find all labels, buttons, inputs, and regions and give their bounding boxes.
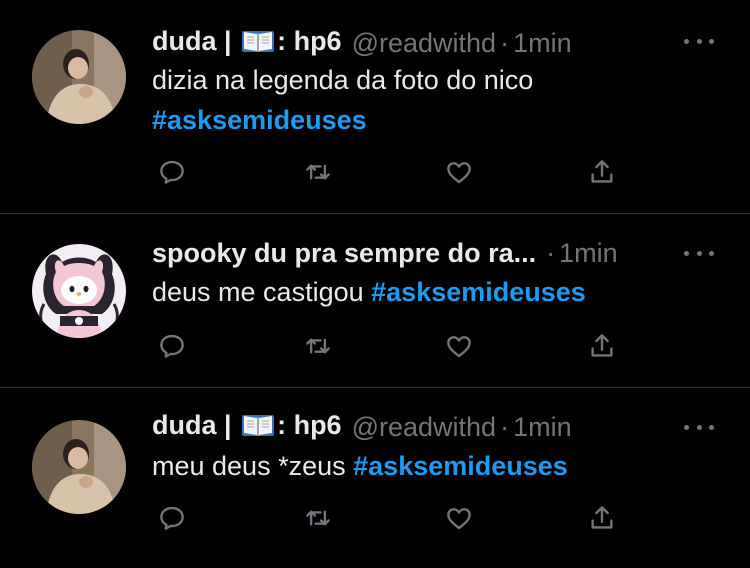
tweet-actions — [152, 326, 622, 366]
more-icon[interactable] — [684, 422, 714, 432]
hashtag-link[interactable]: #asksemideuses — [371, 277, 586, 307]
tweet-header: spooky du pra sempre do ra... · 1min — [152, 236, 618, 270]
share-button[interactable] — [582, 326, 622, 366]
retweet-icon — [306, 164, 330, 180]
tweet-text: meu deus *zeus #asksemideuses — [152, 446, 568, 486]
tweet-text: dizia na legenda da foto do nico #asksem… — [152, 60, 533, 140]
tweet-text-line: dizia na legenda da foto do nico — [152, 65, 534, 95]
heart-icon — [447, 508, 471, 530]
timestamp[interactable]: 1min — [559, 238, 618, 269]
share-icon — [591, 160, 613, 183]
book-emoji-icon — [241, 412, 275, 445]
reply-button[interactable] — [152, 326, 192, 366]
book-emoji-icon — [241, 28, 275, 61]
display-name[interactable]: duda | : hp6 — [152, 26, 342, 61]
separator: · — [500, 411, 510, 442]
timestamp[interactable]: 1min — [513, 28, 572, 59]
reply-button[interactable] — [152, 152, 192, 192]
heart-icon — [447, 162, 471, 184]
tweet-header: duda | : hp6 @readwithd · 1min — [152, 410, 572, 444]
like-button[interactable] — [439, 152, 479, 192]
tweet-text: deus me castigou #asksemideuses — [152, 272, 586, 312]
display-name[interactable]: duda | : hp6 — [152, 410, 342, 445]
hashtag-link[interactable]: #asksemideuses — [152, 105, 367, 135]
share-button[interactable] — [582, 152, 622, 192]
tweet[interactable]: spooky du pra sempre do ra... · 1min deu… — [0, 214, 750, 388]
person-photo-avatar — [32, 420, 126, 514]
tweet[interactable]: duda | : hp6 @readwithd · 1min dizia na … — [0, 0, 750, 214]
tweet-text-line: deus me castigou — [152, 277, 364, 307]
avatar[interactable] — [32, 420, 126, 514]
user-handle[interactable]: @readwithd — [352, 412, 496, 443]
my-melody-kuromi-avatar — [32, 244, 126, 338]
retweet-button[interactable] — [298, 498, 338, 538]
like-button[interactable] — [439, 498, 479, 538]
tweet[interactable]: duda | : hp6 @readwithd · 1min meu deus … — [0, 388, 750, 568]
share-icon — [591, 506, 613, 529]
reply-button[interactable] — [152, 498, 192, 538]
timestamp[interactable]: 1min — [513, 412, 572, 443]
heart-icon — [447, 336, 471, 358]
like-button[interactable] — [439, 326, 479, 366]
retweet-button[interactable] — [298, 152, 338, 192]
more-icon[interactable] — [684, 248, 714, 258]
tweet-actions — [152, 152, 622, 192]
hashtag-link[interactable]: #asksemideuses — [353, 451, 568, 481]
tweet-text-line: meu deus *zeus — [152, 451, 346, 481]
retweet-button[interactable] — [298, 326, 338, 366]
more-icon[interactable] — [684, 36, 714, 46]
reply-icon — [160, 334, 184, 358]
separator: · — [500, 27, 510, 58]
person-photo-avatar — [32, 30, 126, 124]
reply-icon — [160, 160, 184, 184]
avatar[interactable] — [32, 244, 126, 338]
user-handle[interactable]: @readwithd — [352, 28, 496, 59]
retweet-icon — [306, 338, 330, 354]
separator: · — [546, 237, 556, 268]
share-button[interactable] — [582, 498, 622, 538]
tweet-actions — [152, 498, 622, 538]
timeline-feed: duda | : hp6 @readwithd · 1min dizia na … — [0, 0, 750, 568]
avatar[interactable] — [32, 30, 126, 124]
reply-icon — [160, 506, 184, 530]
retweet-icon — [306, 510, 330, 526]
tweet-header: duda | : hp6 @readwithd · 1min — [152, 26, 572, 60]
display-name[interactable]: spooky du pra sempre do ra... — [152, 238, 536, 269]
share-icon — [591, 334, 613, 357]
